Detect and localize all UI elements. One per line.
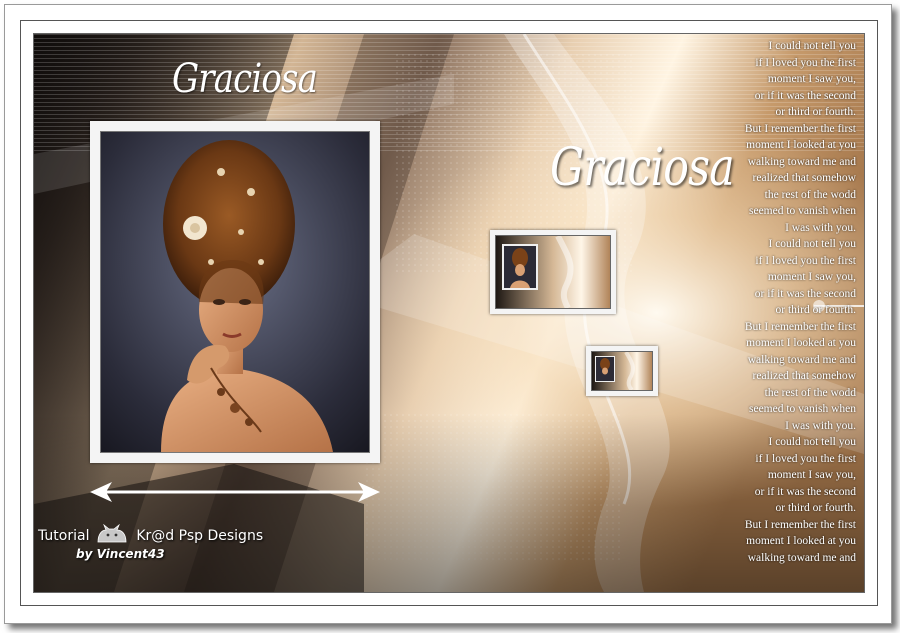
poem-line: walking toward me and bbox=[747, 155, 856, 168]
poem-line: I could not tell you bbox=[768, 40, 856, 52]
poem-line: I was with you. bbox=[785, 221, 856, 234]
credit-suffix: Psp Designs bbox=[178, 528, 264, 544]
main-portrait-frame bbox=[90, 121, 380, 463]
outer-frame: Graciosa Graciosa I could not tell you i… bbox=[4, 4, 892, 624]
poem-line: or if it was the second bbox=[754, 485, 856, 498]
double-arrow-icon bbox=[90, 482, 380, 502]
poem-line: if I loved you the first bbox=[755, 452, 856, 465]
poem-line: I was with you. bbox=[785, 419, 856, 432]
poem-line: moment I looked at you bbox=[746, 535, 856, 547]
poem-line: moment I saw you, bbox=[767, 469, 856, 481]
poem-line: or if it was the second bbox=[754, 89, 856, 102]
thumbnail-small-illustration bbox=[592, 352, 652, 390]
thumbnail-large-illustration bbox=[496, 236, 610, 308]
main-portrait bbox=[100, 131, 370, 453]
cat-logo-icon bbox=[97, 524, 127, 543]
poem-line: if I loved you the first bbox=[755, 56, 856, 69]
poem-line: or third or fourth. bbox=[775, 502, 856, 514]
thumbnail-small bbox=[586, 346, 658, 396]
poem-line: moment I saw you, bbox=[767, 271, 856, 283]
poem-line: if I loved you the first bbox=[755, 254, 856, 267]
tutorial-credit: Tutorial Kr@d Psp Designs bbox=[38, 524, 263, 544]
poem-line: realized that somehow bbox=[752, 370, 856, 382]
poem-line: seemed to vanish when bbox=[749, 205, 856, 217]
poem-line: But I remember the first bbox=[744, 518, 856, 531]
poem-line: the rest of the wodd bbox=[764, 188, 856, 201]
poem-line: But I remember the first bbox=[744, 122, 856, 135]
poem-line: I could not tell you bbox=[768, 238, 856, 250]
credit-byline: by Vincent43 bbox=[76, 547, 165, 561]
poem-line: But I remember the first bbox=[744, 320, 856, 333]
credit-prefix: Tutorial bbox=[38, 528, 90, 544]
poem-line: walking toward me and bbox=[747, 551, 856, 564]
poem-line: realized that somehow bbox=[752, 172, 856, 184]
poem-line: or if it was the second bbox=[754, 287, 856, 300]
credit-brand: Kr@d bbox=[136, 528, 175, 544]
poem-line: or third or fourth. bbox=[775, 106, 856, 118]
thumbnail-small-image bbox=[591, 351, 653, 391]
title-left: Graciosa bbox=[172, 56, 318, 102]
artwork-canvas: Graciosa Graciosa I could not tell you i… bbox=[33, 33, 865, 593]
poem-text: I could not tell you if I loved you the f… bbox=[686, 38, 856, 566]
poem-line: or third or fourth. bbox=[775, 304, 856, 316]
poem-line: the rest of the wodd bbox=[764, 386, 856, 399]
thumbnail-large bbox=[490, 230, 616, 314]
poem-line: seemed to vanish when bbox=[749, 403, 856, 415]
woman-portrait-illustration bbox=[101, 132, 369, 452]
poem-line: walking toward me and bbox=[747, 353, 856, 366]
poem-line: moment I looked at you bbox=[746, 139, 856, 151]
poem-line: moment I saw you, bbox=[767, 73, 856, 85]
thumbnail-large-image bbox=[495, 235, 611, 309]
mid-frame: Graciosa Graciosa I could not tell you i… bbox=[20, 20, 878, 606]
poem-line: moment I looked at you bbox=[746, 337, 856, 349]
poem-line: I could not tell you bbox=[768, 436, 856, 448]
